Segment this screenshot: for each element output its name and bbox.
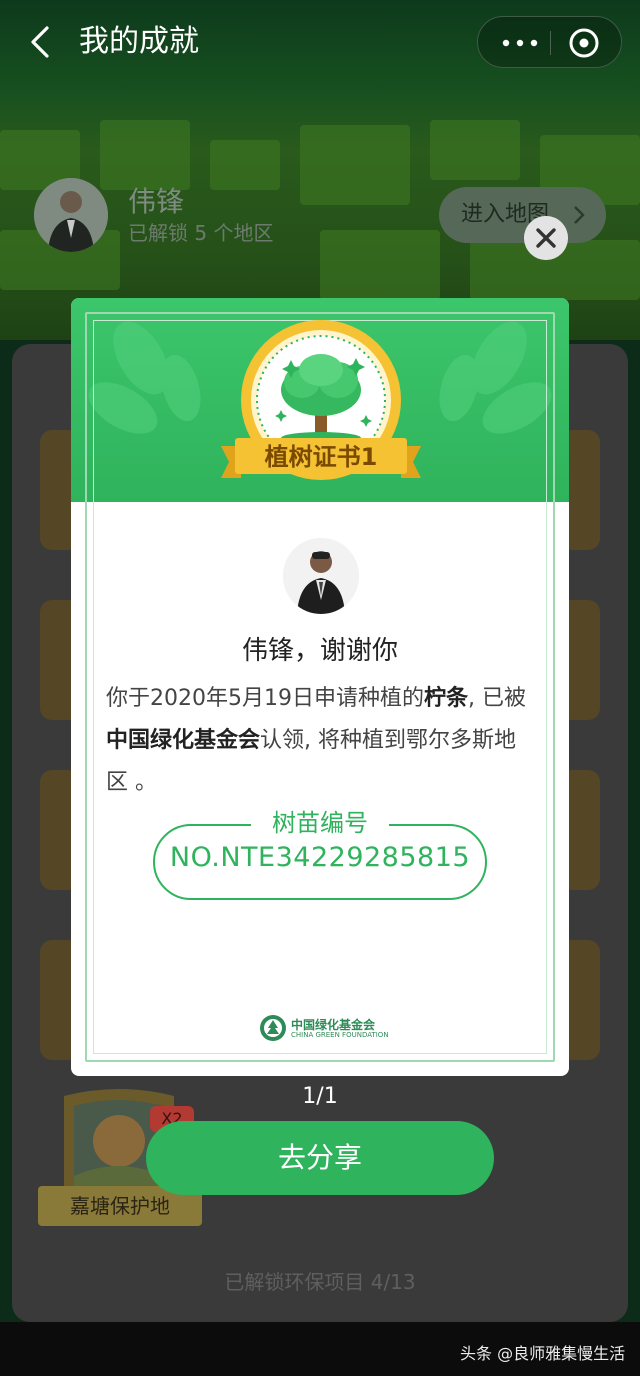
capsule-divider bbox=[550, 31, 551, 55]
back-arrow-icon[interactable] bbox=[22, 22, 62, 62]
enter-map-button[interactable]: 进入地图 bbox=[439, 187, 606, 243]
username: 伟锋 bbox=[128, 185, 185, 218]
watermark: 头条 @良师雅集慢生活 bbox=[460, 1344, 626, 1363]
page-indicator: 1/1 bbox=[302, 1084, 338, 1109]
foundation-logo-icon bbox=[260, 1015, 286, 1041]
chevron-right-icon bbox=[574, 206, 585, 224]
certificate-title: 植树证书1 bbox=[264, 443, 378, 471]
user-avatar bbox=[283, 538, 359, 614]
seed-number-label: 树苗编号 bbox=[251, 806, 389, 840]
target-icon[interactable] bbox=[568, 27, 600, 59]
mini-program-capsule bbox=[477, 16, 622, 68]
more-dots-icon[interactable] bbox=[500, 31, 540, 55]
page-title: 我的成就 bbox=[79, 24, 199, 59]
avatar bbox=[34, 178, 108, 252]
certificate-message: 你于2020年5月19日申请种植的柠条, 已被中国绿化基金会认领, 将种植到鄂尔… bbox=[106, 686, 526, 795]
seed-number: NO.NTE34229285815 bbox=[169, 842, 471, 873]
close-icon[interactable] bbox=[524, 216, 568, 260]
share-button[interactable]: 去分享 bbox=[146, 1121, 494, 1195]
unlocked-regions: 已解锁 5 个地区 bbox=[128, 221, 274, 245]
certificate-card: 植树证书1 伟锋，谢谢你 你于2020年5月19日申请种植的柠条, 已被中国绿化… bbox=[71, 298, 569, 1076]
header: 我的成就 bbox=[0, 0, 640, 86]
thank-you-heading: 伟锋，谢谢你 bbox=[241, 636, 398, 666]
unlock-progress: 已解锁环保项目 4/13 bbox=[224, 1270, 416, 1294]
foundation-name-en: CHINA GREEN FOUNDATION bbox=[291, 1031, 389, 1039]
